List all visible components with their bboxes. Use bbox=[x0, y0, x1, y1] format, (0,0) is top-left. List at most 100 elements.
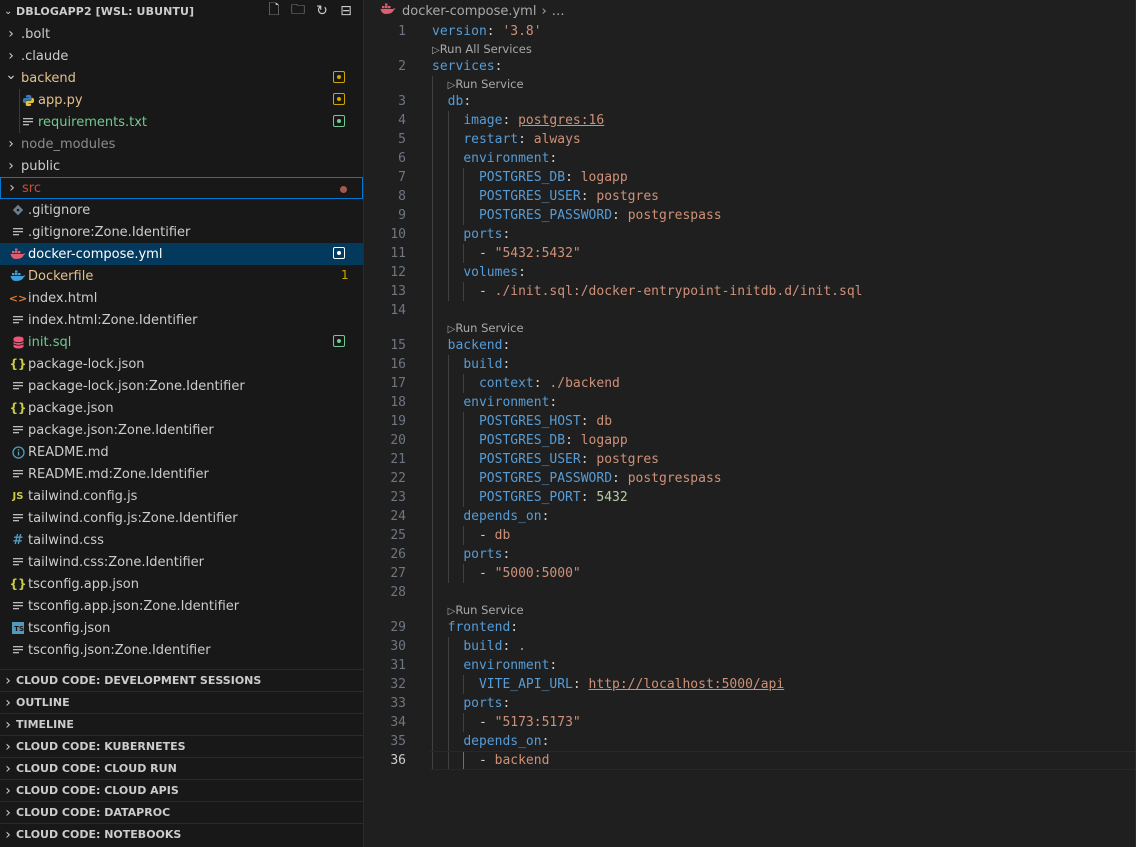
tree-file[interactable]: package-lock.json:Zone.Identifier bbox=[0, 375, 363, 397]
chevron-right-icon: › bbox=[8, 48, 14, 64]
yaml-value: postgres bbox=[596, 189, 659, 204]
tree-file[interactable]: requirements.txt bbox=[0, 111, 363, 133]
breadcrumb-symbol[interactable]: … bbox=[552, 4, 565, 19]
indent-guide bbox=[447, 149, 449, 168]
tree-item-label: public bbox=[21, 158, 61, 174]
panel-header[interactable]: › CLOUD CODE: CLOUD RUN bbox=[0, 757, 363, 779]
code-area[interactable]: 1 version: '3.8' ▷Run All Services 2 service… bbox=[364, 22, 1135, 770]
code-line: 23 POSTGRES_PORT: 5432 bbox=[364, 488, 1135, 507]
indent-guide bbox=[432, 583, 433, 602]
indent-guide bbox=[447, 168, 449, 187]
punctuation: - bbox=[478, 753, 495, 768]
line-number: 30 bbox=[390, 639, 406, 654]
panel-title: CLOUD CODE: DEVELOPMENT SESSIONS bbox=[16, 674, 262, 687]
tree-file[interactable]: tailwind.config.js:Zone.Identifier bbox=[0, 507, 363, 529]
punctuation: : bbox=[502, 338, 511, 353]
tree-folder[interactable]: › src bbox=[0, 177, 363, 199]
line-number: 21 bbox=[390, 452, 406, 467]
indent-guide bbox=[463, 412, 465, 431]
problem-count: 1 bbox=[341, 268, 349, 282]
panel-header[interactable]: › OUTLINE bbox=[0, 691, 363, 713]
tree-folder[interactable]: › node_modules bbox=[0, 133, 363, 155]
tree-file[interactable]: Dockerfile 1 bbox=[0, 265, 363, 287]
tree-file[interactable]: .gitignore:Zone.Identifier bbox=[0, 221, 363, 243]
tree-item-label: package-lock.json bbox=[28, 356, 145, 372]
code-text: build: bbox=[463, 355, 510, 374]
tree-file[interactable]: .gitignore bbox=[0, 199, 363, 221]
tree-item-label: Dockerfile bbox=[28, 268, 94, 284]
git-icon bbox=[10, 202, 26, 218]
tree-folder[interactable]: › .claude bbox=[0, 45, 363, 67]
panel-header[interactable]: › CLOUD CODE: NOTEBOOKS bbox=[0, 823, 363, 845]
tree-file[interactable]: {} tsconfig.app.json bbox=[0, 573, 363, 595]
punctuation: : bbox=[533, 376, 550, 391]
yaml-key: environment bbox=[463, 395, 550, 410]
codelens-label[interactable]: Run All Services bbox=[440, 42, 532, 56]
tree-file[interactable]: # tailwind.css bbox=[0, 529, 363, 551]
tree-file[interactable]: {} package-lock.json bbox=[0, 353, 363, 375]
tree-file[interactable]: docker-compose.yml bbox=[0, 243, 363, 265]
tree-file[interactable]: tsconfig.json:Zone.Identifier bbox=[0, 639, 363, 661]
tree-file[interactable]: tailwind.css:Zone.Identifier bbox=[0, 551, 363, 573]
codelens-run[interactable]: ▷Run Service bbox=[364, 320, 1135, 336]
panel-header[interactable]: › TIMELINE bbox=[0, 713, 363, 735]
tree-file[interactable]: <> index.html bbox=[0, 287, 363, 309]
explorer-actions: 🗋 🗀 ↻ ⊟ bbox=[262, 2, 358, 20]
tree-item-label: app.py bbox=[38, 92, 83, 108]
codelens-run[interactable]: ▷Run Service bbox=[364, 76, 1135, 92]
indent-guide bbox=[447, 732, 449, 751]
tree-folder[interactable]: › public bbox=[0, 155, 363, 177]
indent-guide bbox=[447, 507, 449, 526]
tree-folder[interactable]: › .bolt bbox=[0, 23, 363, 45]
tree-file[interactable]: tsconfig.app.json:Zone.Identifier bbox=[0, 595, 363, 617]
tree-file[interactable]: README.md:Zone.Identifier bbox=[0, 463, 363, 485]
chevron-right-icon: › bbox=[8, 136, 14, 152]
yaml-value: db bbox=[596, 414, 613, 429]
codelens-run[interactable]: ▷Run Service bbox=[364, 602, 1135, 618]
collapse-all-icon[interactable]: ⊟ bbox=[334, 2, 358, 20]
tree-file[interactable]: README.md bbox=[0, 441, 363, 463]
code-text: - backend bbox=[479, 751, 549, 770]
codelens-label[interactable]: Run Service bbox=[455, 321, 523, 335]
tree-file[interactable]: app.py bbox=[0, 89, 363, 111]
panel-header[interactable]: › CLOUD CODE: KUBERNETES bbox=[0, 735, 363, 757]
code-text: POSTGRES_HOST: db bbox=[479, 412, 612, 431]
indent-guide bbox=[463, 374, 465, 393]
indent-guide bbox=[432, 545, 433, 564]
panel-header[interactable]: › CLOUD CODE: DATAPROC bbox=[0, 801, 363, 823]
panel-header[interactable]: › CLOUD CODE: CLOUD APIS bbox=[0, 779, 363, 801]
yaml-key: POSTGRES_DB bbox=[478, 170, 566, 185]
codelens-label[interactable]: Run Service bbox=[455, 603, 523, 617]
panel-title: OUTLINE bbox=[16, 696, 70, 709]
tree-file[interactable]: TS tsconfig.json bbox=[0, 617, 363, 639]
refresh-icon[interactable]: ↻ bbox=[310, 2, 334, 20]
javascript-icon: JS bbox=[12, 490, 24, 502]
indent-guide bbox=[447, 206, 449, 225]
yaml-key: VITE_API_URL bbox=[478, 677, 573, 692]
code-text: - db bbox=[479, 526, 510, 545]
indent-guide bbox=[463, 244, 465, 263]
yaml-value: logapp bbox=[580, 170, 628, 185]
codelens-label[interactable]: Run Service bbox=[455, 77, 523, 91]
line-number: 22 bbox=[390, 471, 406, 486]
punctuation: : bbox=[463, 94, 472, 109]
tree-file[interactable]: {} package.json bbox=[0, 397, 363, 419]
new-file-icon[interactable]: 🗋 bbox=[262, 2, 286, 20]
line-number: 34 bbox=[390, 715, 406, 730]
code-text: POSTGRES_USER: postgres bbox=[479, 450, 659, 469]
panel-header[interactable]: › CLOUD CODE: DEVELOPMENT SESSIONS bbox=[0, 669, 363, 691]
breadcrumb-separator-icon: › bbox=[541, 3, 547, 19]
tree-file[interactable]: package.json:Zone.Identifier bbox=[0, 419, 363, 441]
new-folder-icon[interactable]: 🗀 bbox=[286, 2, 310, 20]
tree-item-label: requirements.txt bbox=[38, 114, 148, 130]
punctuation: : bbox=[580, 490, 597, 505]
codelens-run[interactable]: ▷Run All Services bbox=[364, 41, 1135, 57]
tree-folder[interactable]: ⌄ backend bbox=[0, 67, 363, 89]
tree-file[interactable]: init.sql bbox=[0, 331, 363, 353]
code-line: 17 context: ./backend bbox=[364, 374, 1135, 393]
code-text: - "5000:5000" bbox=[479, 564, 581, 583]
tree-file[interactable]: index.html:Zone.Identifier bbox=[0, 309, 363, 331]
tree-file[interactable]: JS tailwind.config.js bbox=[0, 485, 363, 507]
breadcrumb-file[interactable]: docker-compose.yml bbox=[402, 4, 536, 19]
python-icon bbox=[20, 92, 36, 108]
